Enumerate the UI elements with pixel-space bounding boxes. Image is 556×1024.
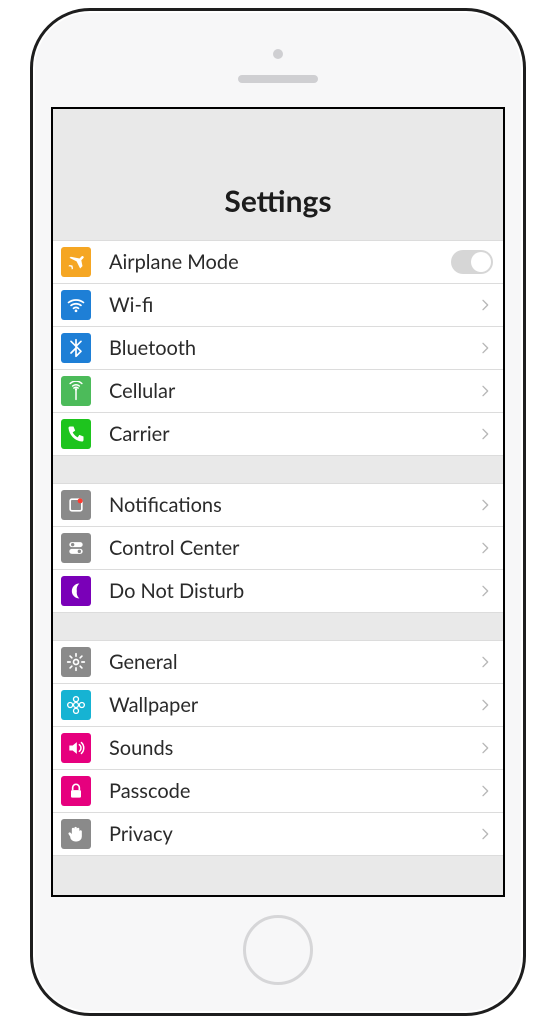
notifications-icon [61,490,91,520]
chevron-right-icon [477,297,493,313]
switches-icon [61,533,91,563]
row-sounds[interactable]: Sounds [53,726,503,770]
row-notifications[interactable]: Notifications [53,483,503,527]
chevron-right-icon [477,654,493,670]
chevron-right-icon [477,697,493,713]
row-label: Passcode [109,779,477,803]
row-carrier[interactable]: Carrier [53,412,503,456]
speaker-icon [61,733,91,763]
chevron-right-icon [477,783,493,799]
row-label: Cellular [109,379,477,403]
row-cellular[interactable]: Cellular [53,369,503,413]
row-label: Notifications [109,493,477,517]
row-label: Carrier [109,422,477,446]
chevron-right-icon [477,426,493,442]
row-privacy[interactable]: Privacy [53,812,503,856]
row-label: Privacy [109,822,477,846]
row-wifi[interactable]: Wi-fi [53,283,503,327]
row-do-not-disturb[interactable]: Do Not Disturb [53,569,503,613]
lock-icon [61,776,91,806]
chevron-right-icon [477,540,493,556]
airplane-mode-toggle[interactable] [451,250,493,274]
row-airplane-mode: Airplane Mode [53,240,503,284]
home-button[interactable] [243,915,313,985]
hand-icon [61,819,91,849]
phone-frame: Settings Airplane Mode Wi-fi Bluetooth Cell… [30,8,526,1016]
row-passcode[interactable]: Passcode [53,769,503,813]
earpiece-speaker [238,75,318,83]
row-label: General [109,650,477,674]
bluetooth-icon [61,333,91,363]
row-label: Bluetooth [109,336,477,360]
phone-icon [61,419,91,449]
row-label: Sounds [109,736,477,760]
airplane-icon [61,247,91,277]
toggle-thumb [471,252,491,272]
page-title: Settings [224,183,331,219]
phone-screen: Settings Airplane Mode Wi-fi Bluetooth Cell… [51,107,505,897]
front-camera [273,49,283,59]
group-separator [53,456,503,484]
header: Settings [53,109,503,241]
moon-icon [61,576,91,606]
chevron-right-icon [477,340,493,356]
chevron-right-icon [477,383,493,399]
row-bluetooth[interactable]: Bluetooth [53,326,503,370]
group-separator [53,613,503,641]
row-label: Wi-fi [109,293,477,317]
row-label: Control Center [109,536,477,560]
chevron-right-icon [477,740,493,756]
antenna-icon [61,376,91,406]
row-control-center[interactable]: Control Center [53,526,503,570]
row-wallpaper[interactable]: Wallpaper [53,683,503,727]
chevron-right-icon [477,826,493,842]
row-label: Wallpaper [109,693,477,717]
gear-icon [61,647,91,677]
chevron-right-icon [477,497,493,513]
flower-icon [61,690,91,720]
wifi-icon [61,290,91,320]
row-label: Do Not Disturb [109,579,477,603]
row-general[interactable]: General [53,640,503,684]
settings-list: Airplane Mode Wi-fi Bluetooth Cellular Carr… [53,240,503,856]
row-label: Airplane Mode [109,250,451,274]
chevron-right-icon [477,583,493,599]
